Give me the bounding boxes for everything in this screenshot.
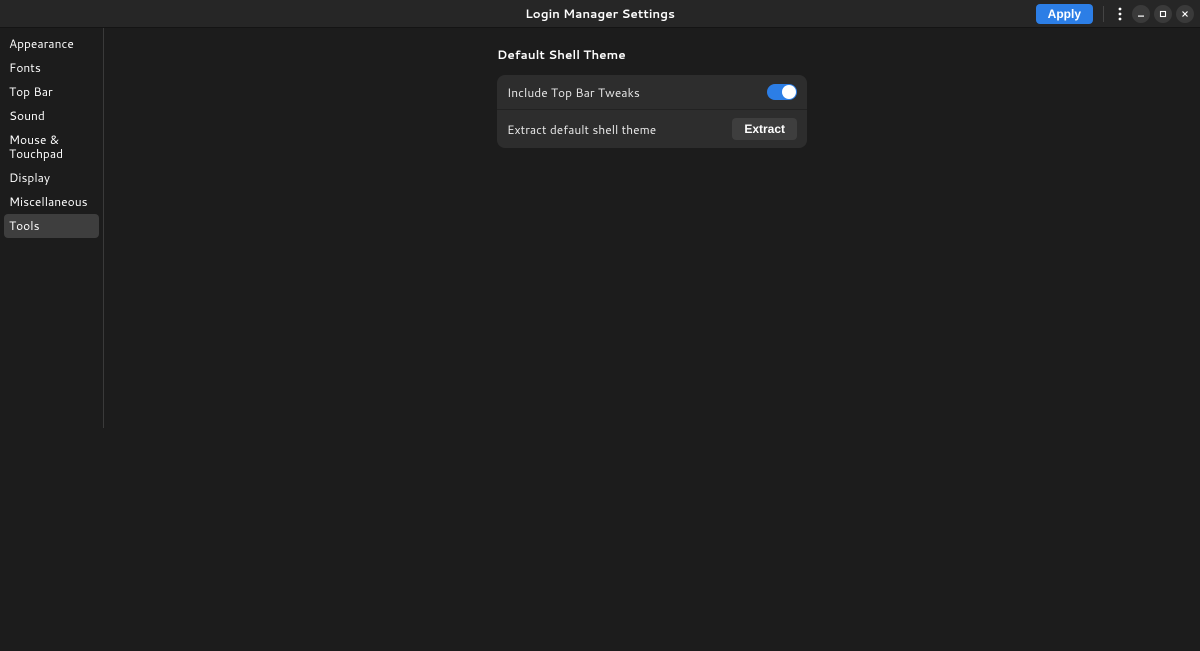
sidebar-item-fonts[interactable]: Fonts: [0, 56, 103, 80]
section-title: Default Shell Theme: [497, 46, 807, 63]
sidebar-item-mouse-touchpad[interactable]: Mouse & Touchpad: [0, 128, 103, 166]
kebab-icon: [1118, 7, 1122, 21]
sidebar-item-miscellaneous[interactable]: Miscellaneous: [0, 190, 103, 214]
sidebar-item-tools[interactable]: Tools: [4, 214, 99, 238]
row-label: Extract default shell theme: [507, 121, 656, 138]
window-header: Login Manager Settings Apply: [0, 0, 1200, 28]
separator: [1103, 6, 1104, 22]
maximize-icon: [1159, 10, 1167, 18]
sidebar-item-display[interactable]: Display: [0, 166, 103, 190]
maximize-button[interactable]: [1154, 5, 1172, 23]
minimize-icon: [1137, 10, 1145, 18]
row-label: Include Top Bar Tweaks: [507, 84, 640, 101]
header-controls: Apply: [1036, 4, 1194, 24]
extract-button[interactable]: Extract: [732, 118, 797, 140]
body: AppearanceFontsTop BarSoundMouse & Touch…: [0, 28, 1200, 428]
close-icon: [1181, 10, 1189, 18]
minimize-button[interactable]: [1132, 5, 1150, 23]
window-title: Login Manager Settings: [525, 5, 675, 22]
sidebar-item-appearance[interactable]: Appearance: [0, 32, 103, 56]
row-include-top-bar-tweaks: Include Top Bar Tweaks: [497, 75, 807, 109]
sidebar-item-top-bar[interactable]: Top Bar: [0, 80, 103, 104]
menu-button[interactable]: [1112, 4, 1128, 24]
settings-group: Include Top Bar Tweaks Extract default s…: [497, 75, 807, 148]
sidebar-item-sound[interactable]: Sound: [0, 104, 103, 128]
close-button[interactable]: [1176, 5, 1194, 23]
toggle-include-top-bar-tweaks[interactable]: [767, 84, 797, 100]
sidebar: AppearanceFontsTop BarSoundMouse & Touch…: [0, 28, 104, 428]
row-extract-theme: Extract default shell theme Extract: [497, 109, 807, 148]
content-area: Default Shell Theme Include Top Bar Twea…: [104, 28, 1200, 428]
apply-button[interactable]: Apply: [1036, 4, 1093, 24]
toggle-knob: [782, 85, 796, 99]
